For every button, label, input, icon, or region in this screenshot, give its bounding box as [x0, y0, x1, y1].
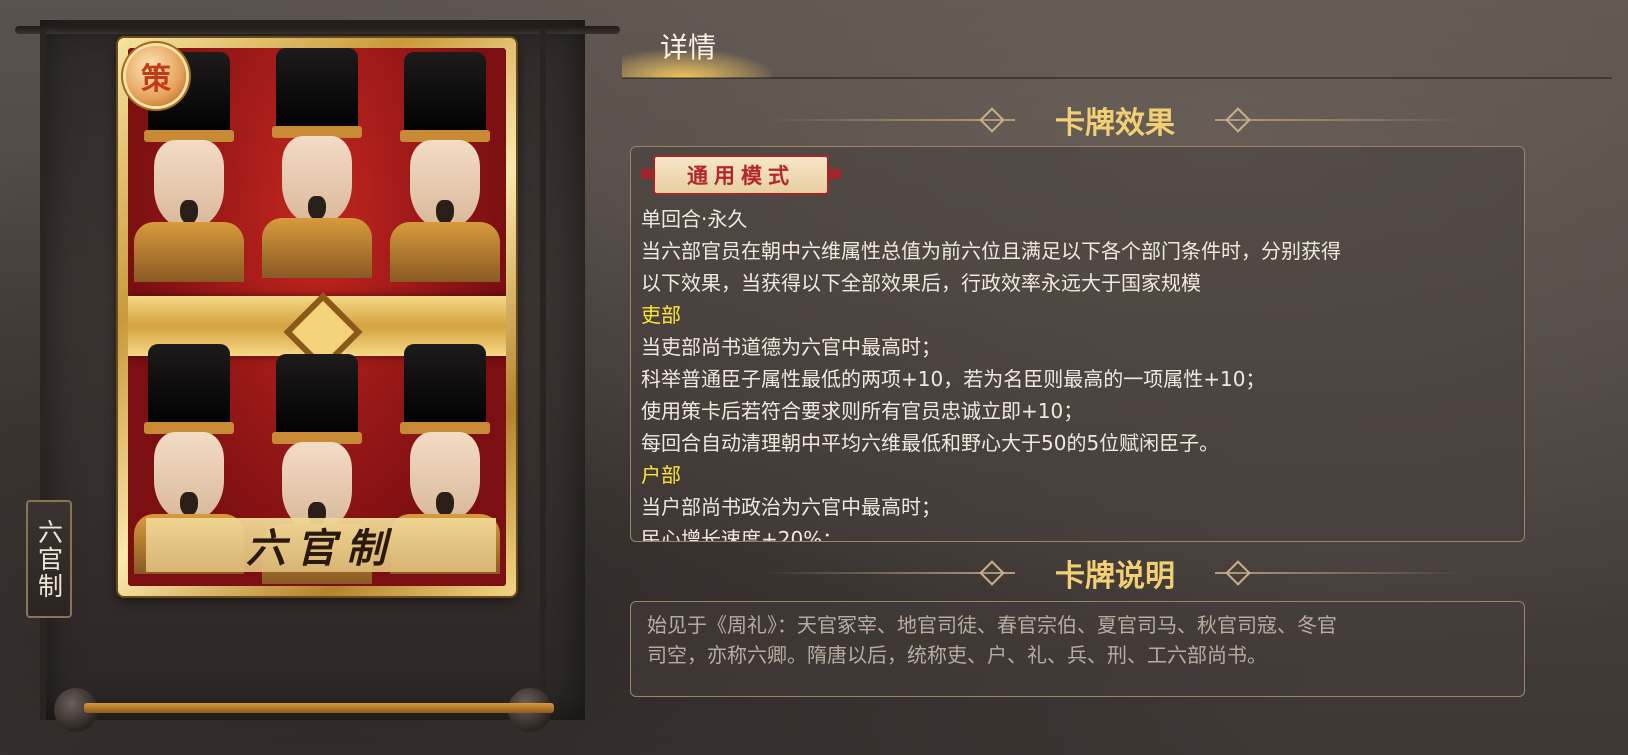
effect-text: 单回合·永久当六部官员在朝中六维属性总值为前六位且满足以下各个部门条件时，分别获…	[641, 203, 1484, 542]
description-section-title: 卡牌说明	[1055, 559, 1175, 594]
card-type-badge: 策	[126, 46, 186, 106]
mode-badge: 通用模式	[641, 155, 841, 195]
ornament-right	[1215, 572, 1465, 574]
ornament-left	[765, 572, 1015, 574]
effect-line: 当六部官员在朝中六维属性总值为前六位且满足以下各个部门条件时，分别获得	[641, 239, 1341, 263]
ornament-left	[765, 119, 1015, 121]
description-panel: 始见于《周礼》：天官冢宰、地官司徒、春官宗伯、夏官司马、秋官司寇、冬官 司空，亦…	[630, 601, 1525, 697]
official-figure	[262, 48, 372, 278]
tab-details[interactable]: 详情	[622, 20, 772, 78]
description-line: 始见于《周礼》：天官冢宰、地官司徒、春官宗伯、夏官司马、秋官司寇、冬官	[647, 613, 1337, 637]
scroll-bottom-rod	[84, 703, 554, 713]
effect-section-title: 卡牌效果	[1055, 106, 1175, 141]
effect-panel[interactable]: 通用模式 单回合·永久当六部官员在朝中六维属性总值为前六位且满足以下各个部门条件…	[630, 146, 1525, 542]
effect-section-header: 卡牌效果	[700, 100, 1530, 141]
scroll-post	[540, 30, 546, 720]
tab-details-label: 详情	[660, 31, 717, 64]
department-heading: 吏部	[641, 303, 681, 327]
effect-line: 每回合自动清理朝中平均六维最低和野心大于50的5位赋闲臣子。	[641, 431, 1220, 455]
effect-line: 使用策卡后若符合要求则所有官员忠诚立即+10；	[641, 399, 1084, 423]
card-side-tag: 六官制	[26, 500, 72, 618]
card-name: 六官制	[146, 518, 496, 572]
card-side-label: 六官制	[34, 518, 64, 600]
effect-line: 当户部尚书政治为六官中最高时；	[641, 495, 941, 519]
policy-card[interactable]	[118, 38, 516, 596]
effect-line: 科举普通臣子属性最低的两项+10，若为名臣则最高的一项属性+10；	[641, 367, 1266, 391]
official-figure	[390, 52, 500, 282]
effect-line: 当吏部尚书道德为六官中最高时；	[641, 335, 941, 359]
description-line: 司空，亦称六卿。隋唐以后，统称吏、户、礼、兵、刑、工六部尚书。	[647, 643, 1267, 667]
card-artwork	[128, 48, 506, 586]
effect-line: 以下效果，当获得以下全部效果后，行政效率永远大于国家规模	[641, 271, 1201, 295]
description-text: 始见于《周礼》：天官冢宰、地官司徒、春官宗伯、夏官司马、秋官司寇、冬官 司空，亦…	[647, 610, 1484, 670]
ornament-right	[1215, 119, 1465, 121]
description-section-header: 卡牌说明	[700, 553, 1530, 594]
divider	[622, 77, 1612, 79]
department-heading: 户部	[641, 463, 681, 487]
effect-line: 单回合·永久	[641, 207, 748, 231]
scroll-rod	[15, 26, 620, 34]
effect-line: 民心增长速度+20%；	[641, 527, 843, 542]
